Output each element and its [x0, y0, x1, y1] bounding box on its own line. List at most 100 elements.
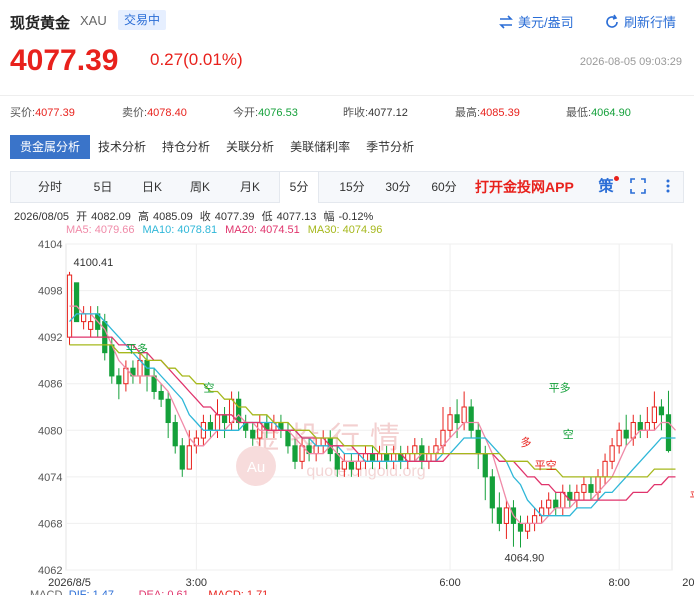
quote-stat-label: 最高:	[455, 107, 481, 119]
candle-body	[517, 522, 524, 532]
candle-body	[588, 484, 594, 493]
analysis-tab[interactable]: 美联储利率	[282, 135, 358, 159]
x-tick-label: 8:00	[608, 577, 629, 589]
quote-stat-value: 4076.53	[258, 107, 298, 119]
candle-body	[503, 507, 510, 524]
candle-body	[665, 414, 672, 452]
candle-body	[637, 422, 643, 431]
quote-header: 现货黄金 XAU 交易中 美元/盎司 刷新行情 4077.39 0.27(0.0…	[0, 0, 694, 98]
candle-body	[531, 515, 538, 524]
candle-body	[172, 422, 178, 447]
candle-body	[179, 445, 185, 470]
period-tab[interactable]: 日K	[131, 172, 173, 202]
y-tick-label: 4062	[38, 565, 62, 577]
quote-stat-label: 最低:	[566, 107, 592, 119]
header-divider	[0, 95, 694, 96]
candle-body	[609, 445, 615, 462]
period-tab[interactable]: 月K	[229, 172, 271, 202]
candle-body	[88, 321, 94, 330]
quote-stat-value: 4077.39	[35, 107, 75, 119]
quote-stat: 卖价:4078.40	[122, 104, 187, 120]
candle-body	[658, 406, 665, 416]
more-options-icon[interactable]	[659, 178, 677, 196]
refresh-label: 刷新行情	[624, 15, 677, 30]
candle-body	[348, 460, 354, 470]
analysis-tab[interactable]: 关联分析	[218, 135, 282, 159]
period-tab[interactable]: 60分	[421, 172, 467, 202]
candle-body	[81, 313, 87, 323]
open-app-link[interactable]: 打开金投网APP	[475, 172, 574, 202]
x-tick-label: 2026/8/5	[48, 577, 91, 589]
period-tab[interactable]: 15分	[329, 172, 375, 202]
y-tick-label: 4068	[38, 518, 62, 530]
period-tab[interactable]: 分时	[29, 172, 71, 202]
strategy-icon[interactable]: 策	[597, 178, 615, 196]
ohlc-open: 4082.09	[91, 211, 131, 223]
candle-body	[468, 406, 474, 431]
y-tick-label: 4086	[38, 379, 62, 391]
unit-switch-button[interactable]: 美元/盎司	[498, 12, 574, 31]
quote-stat-value: 4064.90	[591, 107, 631, 119]
candle-body	[292, 445, 298, 462]
session-low-label: 4064.90	[505, 552, 545, 564]
ma-legend-item: MA10: 4078.81	[142, 224, 218, 236]
x-tick-label: 6:00	[439, 577, 460, 589]
candle-body	[165, 398, 171, 424]
session-high-label: 4100.41	[74, 257, 114, 269]
period-tab[interactable]: 30分	[375, 172, 421, 202]
quote-stat-label: 买价:	[10, 107, 36, 119]
y-tick-label: 4092	[38, 332, 62, 344]
ohlc-low: 4077.13	[276, 211, 317, 223]
candle-body	[221, 414, 228, 424]
period-tab[interactable]: 周K	[179, 172, 221, 202]
candle-body	[602, 460, 608, 478]
trading-status-badge: 交易中	[118, 10, 167, 30]
refresh-button[interactable]: 刷新行情	[604, 12, 676, 31]
trade-signal-label: 平多	[126, 342, 148, 356]
quote-stat-value: 4078.40	[147, 107, 187, 119]
ohlc-readout: 2026/08/05 开 4082.09 高 4085.09 收 4077.39 低4…	[14, 208, 377, 224]
watermark-logo-text: Au	[247, 459, 265, 476]
candle-body	[489, 476, 495, 509]
candle-body	[341, 460, 347, 470]
candle-body	[651, 406, 657, 424]
ohlc-open-label: 开	[76, 211, 88, 223]
trade-signal-label: 平空	[535, 458, 557, 472]
candle-body	[391, 453, 397, 462]
quote-stat-label: 昨收:	[343, 107, 369, 119]
candle-body	[426, 453, 432, 462]
candle-body	[384, 453, 390, 462]
macd-legend-item: MACD: 1.71	[208, 589, 268, 595]
last-price: 4077.39	[10, 44, 119, 77]
candle-body	[158, 390, 164, 400]
candle-body	[116, 375, 122, 385]
candle-body	[553, 499, 559, 509]
candle-body	[461, 406, 467, 424]
fullscreen-icon[interactable]	[629, 178, 647, 196]
quote-stat-value: 4085.39	[480, 107, 520, 119]
quote-stat: 最低:4064.90	[566, 104, 631, 120]
candle-body	[207, 422, 214, 431]
candle-body	[581, 484, 587, 493]
y-tick-label: 4104	[38, 239, 62, 251]
candlestick-chart[interactable]: 410440984092408640804074406840622026/8/5…	[0, 236, 694, 595]
ohlc-date: 2026/08/05	[14, 211, 70, 223]
trade-signal-label: 平空	[690, 489, 694, 503]
period-tab[interactable]: 5日	[83, 172, 123, 202]
instrument-code: XAU	[80, 13, 107, 28]
macd-legend-item: DIF: 1.47	[69, 589, 114, 595]
analysis-tab[interactable]: 持仓分析	[154, 135, 218, 159]
candle-body	[454, 414, 460, 424]
trade-signal-label: 空	[563, 427, 574, 441]
price-change: 0.27(0.01%)	[150, 50, 243, 69]
analysis-tab[interactable]: 贵金属分析	[10, 135, 91, 159]
candle-body	[186, 445, 192, 470]
y-tick-label: 4080	[38, 425, 62, 437]
plot-frame	[65, 243, 673, 571]
y-tick-label: 4074	[38, 472, 62, 484]
candle-body	[482, 453, 488, 478]
analysis-tab[interactable]: 季节分析	[358, 135, 422, 159]
candle-body	[313, 445, 319, 455]
period-tab[interactable]: 5分	[279, 172, 319, 203]
analysis-tab[interactable]: 技术分析	[90, 135, 154, 159]
